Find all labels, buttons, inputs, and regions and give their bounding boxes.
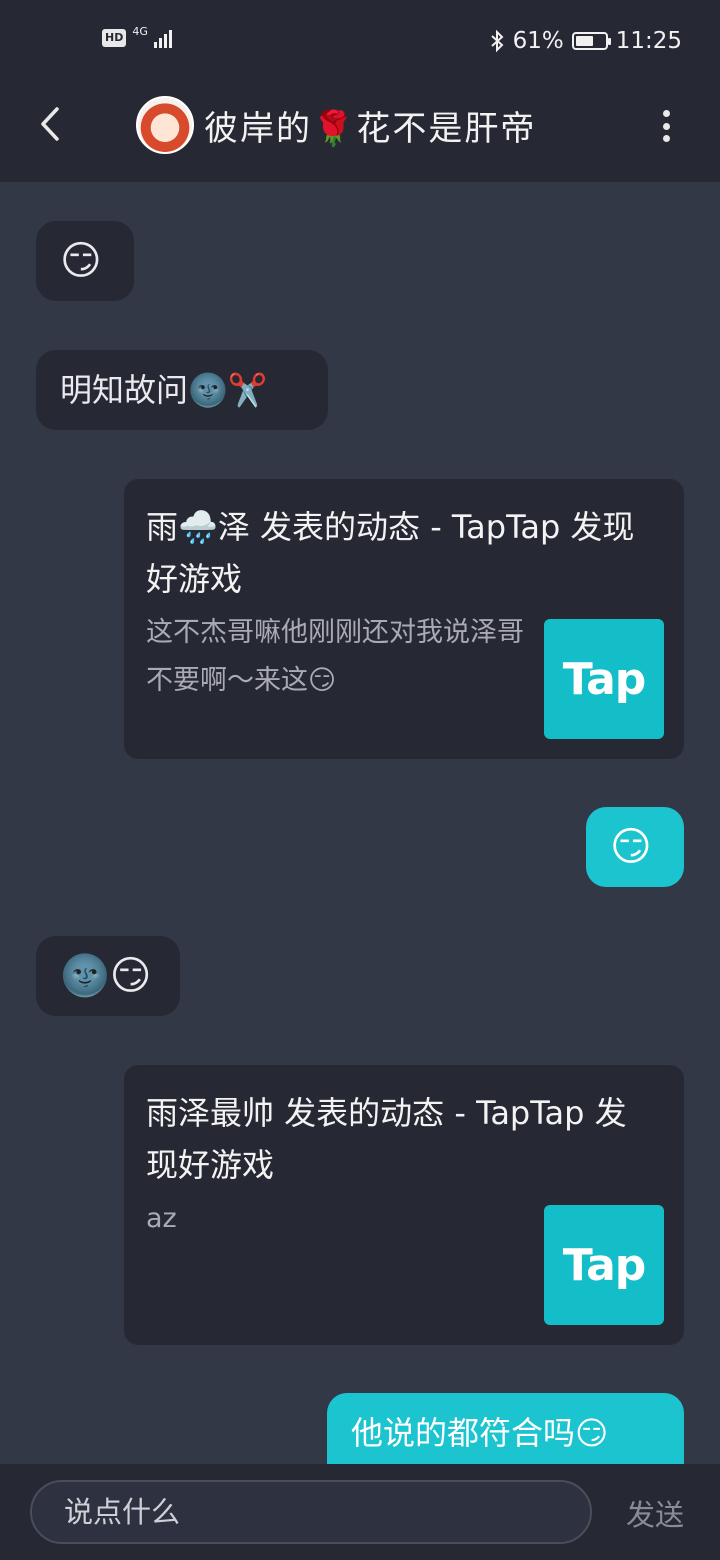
input-bar: 说点什么 发送 [0,1464,720,1560]
taptap-logo-text: Tap [562,1239,647,1291]
message-text: 😏 [60,238,102,284]
battery-percent: 61% [512,28,564,54]
taptap-logo-text: Tap [562,653,647,705]
dot-icon [662,110,670,117]
link-card[interactable]: 雨泽最帅 发表的动态 - TapTap 发现好游戏 az Tap [124,1065,684,1345]
card-title: 雨泽最帅 发表的动态 - TapTap 发现好游戏 [146,1094,627,1184]
more-options-button[interactable] [656,106,676,146]
signal-icon [153,28,172,48]
battery-fill [575,36,593,46]
network-type: 4G [132,25,148,38]
hd-badge: HD [102,29,127,47]
message-text: 明知故问🌚✂️ [60,371,268,409]
message-text: 😏 [610,824,652,870]
status-bar: HD 4G 61% 11:25 [0,0,720,84]
input-placeholder: 说点什么 [64,1495,181,1529]
incoming-message[interactable]: 🌚😏 [36,936,180,1016]
bluetooth-icon [490,29,504,53]
taptap-logo: Tap [544,619,664,739]
send-button[interactable]: 发送 [626,1492,684,1534]
message-text: 🌚😏 [60,953,152,999]
outgoing-message[interactable]: 他说的都符合吗😏 [327,1393,684,1473]
taptap-logo: Tap [544,1205,664,1325]
back-button[interactable] [30,104,70,144]
avatar[interactable] [136,96,194,154]
battery-icon [571,32,611,50]
chat-title-area[interactable]: 彼岸的🌹花不是肝帝 [136,96,536,154]
top-bar: HD 4G 61% 11:25 彼岸的🌹花不是肝帝 [0,0,720,182]
outgoing-message[interactable]: 😏 [586,807,684,887]
dot-icon [662,135,670,142]
clock: 11:25 [615,28,682,54]
message-input[interactable]: 说点什么 [30,1480,592,1544]
incoming-message[interactable]: 明知故问🌚✂️ [36,350,328,430]
chevron-left-icon [41,107,59,141]
status-left: HD 4G [102,25,172,48]
dot-icon [662,122,670,130]
message-text: 他说的都符合吗😏 [351,1414,609,1452]
incoming-message[interactable]: 😏 [36,221,134,301]
chat-header: 彼岸的🌹花不是肝帝 [0,84,720,182]
card-description: 这不杰哥嘛他刚刚还对我说泽哥不要啊～来这😏 [146,617,524,696]
link-card[interactable]: 雨🌧️泽 发表的动态 - TapTap 发现好游戏 这不杰哥嘛他刚刚还对我说泽哥… [124,479,684,759]
card-description: az [146,1203,177,1234]
page-title: 彼岸的🌹花不是肝帝 [204,108,537,149]
status-right: 61% 11:25 [489,28,682,54]
card-title: 雨🌧️泽 发表的动态 - TapTap 发现好游戏 [146,508,635,598]
